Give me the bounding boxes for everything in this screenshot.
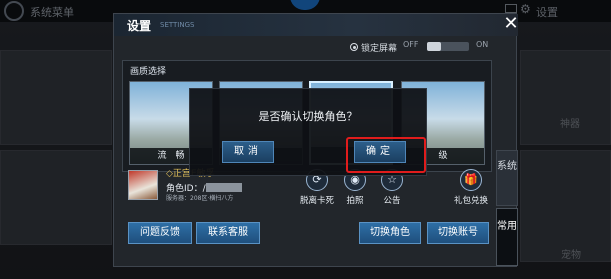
gift-icon: 🎁: [460, 169, 482, 191]
switch-account-button[interactable]: 切换账号: [427, 222, 489, 244]
close-icon[interactable]: ✕: [501, 14, 521, 34]
id-redaction: [206, 183, 242, 192]
tab-system-label: 系统: [497, 161, 517, 172]
gift-redeem-button[interactable]: 🎁 礼包兑换: [451, 169, 488, 206]
panel-subtitle: SETTINGS: [160, 21, 195, 29]
panel-header: 设置 SETTINGS: [114, 14, 518, 36]
lock-screen-toggle[interactable]: [427, 42, 469, 51]
panel-title: 设置: [127, 19, 152, 33]
feedback-button[interactable]: 问题反馈: [128, 222, 192, 244]
tab-system[interactable]: 系统: [496, 150, 518, 206]
toggle-off-label: OFF: [403, 40, 419, 49]
tab-common[interactable]: 常用: [496, 208, 518, 266]
switch-role-button[interactable]: 切换角色: [359, 222, 421, 244]
tab-common-label: 常用: [497, 221, 517, 232]
avatar: [128, 170, 158, 200]
announcement-label: 公告: [383, 196, 401, 206]
cancel-button[interactable]: 取消: [222, 141, 274, 163]
lock-screen-label: 锁定屏幕: [361, 43, 398, 54]
radio-icon: [350, 43, 358, 51]
confirm-highlight: [346, 137, 426, 173]
quality-section-title: 画质选择: [130, 67, 167, 77]
confirm-message: 是否确认切换角色？: [258, 110, 358, 123]
gift-redeem-label: 礼包兑换: [453, 196, 488, 206]
server-info: 服务器：208区·横扫八方: [166, 195, 234, 202]
toggle-on-label: ON: [476, 40, 489, 49]
lock-screen-option[interactable]: 锁定屏幕: [350, 40, 397, 54]
toggle-knob[interactable]: [427, 42, 441, 51]
contact-support-button[interactable]: 联系客服: [196, 222, 260, 244]
